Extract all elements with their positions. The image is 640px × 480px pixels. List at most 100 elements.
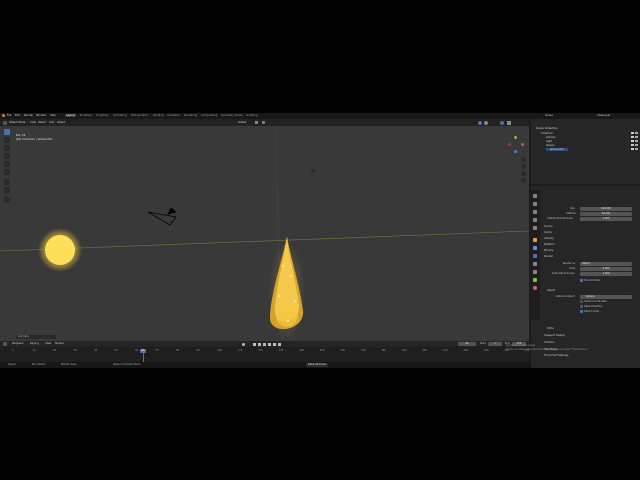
jump-start-icon[interactable] (253, 342, 256, 346)
panel-extra[interactable]: Extra (547, 327, 554, 330)
snap-icon[interactable] (255, 121, 258, 124)
outliner-row-sphere-001[interactable]: Sphere.001 (546, 148, 568, 151)
workspace-tab-animation[interactable]: Animation (166, 114, 181, 117)
timeline-editor-icon[interactable] (3, 342, 7, 346)
viewport-menu-add[interactable]: Add (49, 121, 54, 125)
output-tab-icon[interactable] (533, 210, 537, 214)
workspace-tab-uv-editing[interactable]: UV Editing (112, 114, 128, 117)
menu-file[interactable]: File (7, 114, 11, 117)
show-emitter-checkbox[interactable] (580, 279, 583, 282)
timeline-menu-view[interactable]: View (45, 342, 51, 346)
menu-render[interactable]: Render (24, 114, 33, 117)
play-reverse-icon[interactable] (263, 342, 266, 346)
rotate-tool-icon[interactable] (4, 153, 10, 159)
overlays-icon[interactable] (500, 120, 504, 125)
timeline-area[interactable]: 0 10 20 30 40 50 60 70 80 90 100 110 120 130 140 150 160… (0, 347, 530, 362)
workspace-tab-texture-paint[interactable]: Texture Paint (130, 114, 149, 117)
modifier-tab-icon[interactable] (533, 246, 537, 250)
shading-rendered-icon[interactable] (484, 120, 488, 125)
panel-velocity[interactable]: Velocity (544, 237, 554, 240)
panel-render[interactable]: Render (544, 255, 553, 258)
panel-rotation[interactable]: Rotation (544, 243, 554, 246)
world-tab-icon[interactable] (533, 226, 537, 230)
measure-tool-icon[interactable] (4, 187, 10, 193)
size-field[interactable]: 100.000 (580, 207, 632, 211)
panel-force-field-settings[interactable]: Force Field Settings (544, 354, 568, 357)
menu-help[interactable]: Help (50, 114, 56, 117)
render-tab-icon[interactable] (533, 202, 537, 206)
menu-edit[interactable]: Edit (15, 114, 20, 117)
current-frame-field[interactable]: 64 (458, 342, 476, 346)
material-tab-icon[interactable] (533, 286, 537, 290)
constraints-tab-icon[interactable] (533, 270, 537, 274)
add-cube-tool-icon[interactable] (4, 197, 10, 203)
outliner-row-light[interactable]: Light (546, 140, 552, 143)
render-as-dropdown[interactable]: Object (580, 262, 632, 266)
workspace-tab-rendering[interactable]: Rendering (183, 114, 198, 117)
zoom-view-icon[interactable] (521, 157, 526, 162)
play-icon[interactable] (268, 342, 271, 346)
object-mode-dropdown[interactable]: Object Mode (9, 121, 25, 125)
scale-randomness-field[interactable]: 1.000 (580, 272, 632, 276)
select-box-tool-icon[interactable] (4, 129, 10, 135)
object-scale-checkbox[interactable] (580, 310, 583, 313)
outliner-row-camera[interactable]: Camera (546, 136, 555, 139)
workspace-tab-sculpting[interactable]: Sculpting (95, 114, 109, 117)
workspace-tab-modeling[interactable]: Modeling (79, 114, 93, 117)
workspace-tab-scripting[interactable]: Scripting (245, 114, 259, 117)
panel-children[interactable]: Children (544, 341, 554, 344)
lifetime-field[interactable]: 50.000 (580, 212, 632, 216)
status-bake-particles[interactable]: Bake Particles (306, 363, 329, 367)
visibility-eye-icon[interactable] (631, 132, 634, 150)
outliner-row-sphere[interactable]: Sphere (546, 144, 554, 147)
3d-viewport[interactable]: Bot. 24 (64) Collection | Sphere.001 Ani… (0, 126, 529, 341)
camera-view-icon[interactable] (521, 171, 526, 176)
object-rotation-checkbox[interactable] (580, 305, 583, 308)
transform-orientation-dropdown[interactable]: Global (238, 121, 246, 125)
outliner-scene-collection[interactable]: Scene Collection (536, 127, 558, 131)
scale-tool-icon[interactable] (4, 161, 10, 167)
scene-tab-icon[interactable] (533, 218, 537, 222)
view-layer-selector[interactable]: ViewLayer (597, 114, 610, 117)
panel-viewport-display[interactable]: Viewport Display (544, 334, 565, 337)
annotate-tool-icon[interactable] (4, 179, 10, 185)
panel-physics[interactable]: Physics (544, 249, 553, 252)
record-icon[interactable] (242, 342, 245, 346)
editor-type-icon[interactable] (3, 120, 7, 125)
render-camera-icon[interactable] (635, 132, 638, 150)
global-coordinates-checkbox[interactable] (580, 300, 583, 303)
viewport-menu-view[interactable]: View (30, 121, 36, 125)
lifetime-randomness-field[interactable]: 0.000 (580, 217, 632, 221)
proportional-edit-icon[interactable] (262, 121, 265, 124)
data-tab-icon[interactable] (533, 278, 537, 282)
instance-object-field[interactable]: Sphere (580, 295, 632, 299)
viewport-menu-object[interactable]: Object (57, 121, 65, 125)
gizmo-x-icon[interactable] (521, 143, 524, 146)
frame-ruler[interactable]: 0 10 20 30 40 50 60 70 80 90 100 110 120 130 140 150 160… (0, 349, 530, 353)
panel-object[interactable]: Object (547, 289, 555, 292)
tool-tab-icon[interactable] (533, 194, 537, 198)
gizmo-neg-x-icon[interactable] (508, 143, 511, 146)
scale-field[interactable]: 0.050 (580, 267, 632, 271)
next-keyframe-icon[interactable] (273, 342, 276, 346)
move-tool-icon[interactable] (4, 145, 10, 151)
jump-end-icon[interactable] (278, 342, 281, 346)
object-tab-icon[interactable] (533, 238, 537, 242)
workspace-tab-layout[interactable]: Layout (65, 114, 76, 117)
xray-icon[interactable] (507, 120, 511, 125)
perspective-toggle-icon[interactable] (521, 178, 526, 183)
shading-solid-icon[interactable] (478, 120, 482, 125)
panel-cache[interactable]: Cache (544, 231, 552, 234)
pan-view-icon[interactable] (521, 164, 526, 169)
workspace-tab-compositing[interactable]: Compositing (200, 114, 218, 117)
timeline-menu-marker[interactable]: Marker (55, 342, 64, 346)
gizmo-y-icon[interactable] (514, 136, 517, 139)
transform-tool-icon[interactable] (4, 169, 10, 175)
start-frame-field[interactable]: 1 (488, 342, 502, 346)
particles-tab-icon[interactable] (533, 254, 537, 258)
physics-tab-icon[interactable] (533, 262, 537, 266)
operator-panel-toggle[interactable]: Animate (16, 335, 56, 339)
workspace-tab-shading[interactable]: Shading (152, 114, 165, 117)
scene-selector[interactable]: Scene (545, 114, 553, 117)
menu-window[interactable]: Window (36, 114, 46, 117)
